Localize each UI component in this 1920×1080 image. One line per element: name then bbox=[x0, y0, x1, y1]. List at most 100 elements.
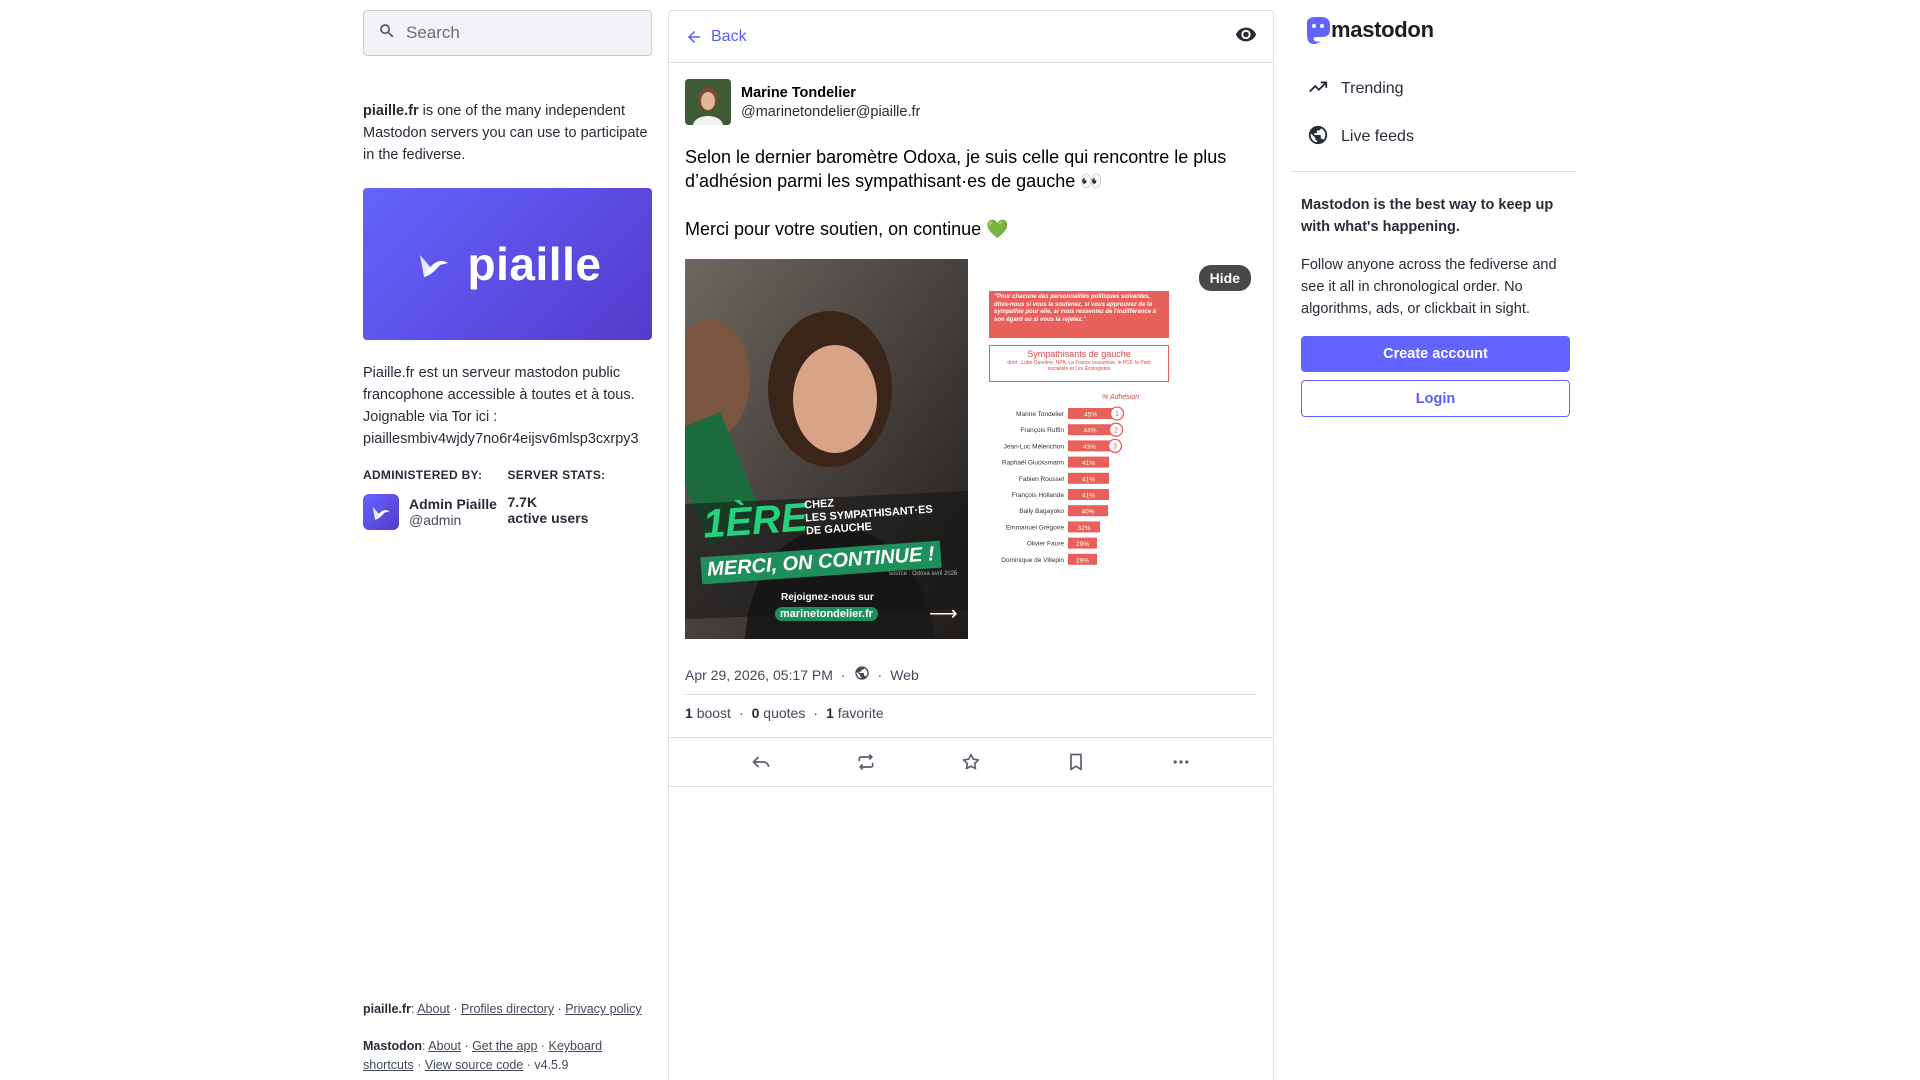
author-avatar[interactable] bbox=[685, 79, 731, 125]
author-photo bbox=[685, 79, 731, 125]
admin-handle: @admin bbox=[409, 512, 462, 528]
piaille-bird-icon bbox=[419, 255, 448, 277]
footer-profiles-directory-link[interactable]: Profiles directory bbox=[461, 1002, 554, 1016]
arrow-left-icon bbox=[688, 30, 700, 43]
signup-text: Follow anyone across the fediverse and s… bbox=[1301, 257, 1557, 317]
bar-value-label: 45% bbox=[1084, 412, 1097, 419]
status-paragraph: Merci pour votre soutien, on continue 💚 bbox=[685, 219, 1009, 239]
description-line[interactable]: piaillesmbiv4wjdy7no6r4eijsv6mlsp3cxrpy3 bbox=[363, 428, 652, 450]
bar-category-label: Bally Bagayoko bbox=[1019, 508, 1064, 515]
campaign-cta: Rejoignez-nous sur bbox=[781, 592, 874, 603]
eye-icon[interactable] bbox=[1235, 23, 1257, 50]
arrow-right-icon: ⟶ bbox=[929, 603, 958, 625]
divider bbox=[1291, 171, 1577, 172]
server-intro: piaille.fr is one of the many independen… bbox=[363, 100, 652, 166]
trending-icon bbox=[1307, 76, 1329, 103]
footer-get-app-link[interactable]: Get the app bbox=[472, 1039, 537, 1053]
bar-category-label: Dominique de Villepin bbox=[1001, 557, 1064, 564]
meta-separator: · bbox=[813, 705, 819, 721]
media-image-barometer[interactable]: "Pour chacune des personnalités politiqu… bbox=[972, 259, 1257, 639]
admin-and-stats: ADMINISTERED BY: Admin Piaille @admin SE… bbox=[363, 468, 652, 530]
status-detail-column: Back Marine Tondelier @marinetondelier@p… bbox=[668, 10, 1274, 1080]
active-users-label: active users bbox=[507, 510, 589, 526]
campaign-source: source : Odoxa avril 2026 bbox=[889, 571, 958, 577]
footer-mastodon-label: Mastodon bbox=[363, 1039, 423, 1053]
reply-icon[interactable] bbox=[741, 742, 781, 782]
star-icon[interactable] bbox=[951, 742, 991, 782]
footer: piaille.fr: About · Profiles directory ·… bbox=[363, 1000, 652, 1075]
back-button[interactable]: Back bbox=[685, 28, 747, 46]
bar-category-label: Raphaël Glucksmann bbox=[1002, 460, 1065, 467]
bar-value-label: 32% bbox=[1077, 525, 1090, 532]
quote-count[interactable]: 0 quotes bbox=[752, 705, 806, 721]
bookmark-icon[interactable] bbox=[1056, 742, 1096, 782]
footer-source-code-link[interactable]: View source code bbox=[425, 1058, 523, 1072]
media-gallery: 1ÈRE CHEZ LES SYMPATHISANT·ES DE GAUCHE … bbox=[685, 259, 1257, 639]
barometer-group-title: Sympathisants de gauche bbox=[1027, 349, 1131, 359]
bar-value-label: 41% bbox=[1082, 493, 1095, 500]
server-description: Piaille.fr est un serveur mastodon publi… bbox=[363, 362, 652, 450]
footer-privacy-policy-link[interactable]: Privacy policy bbox=[565, 1002, 641, 1016]
hide-media-button[interactable]: Hide bbox=[1198, 265, 1251, 291]
globe-icon bbox=[854, 665, 870, 684]
author-display-name[interactable]: Marine Tondelier bbox=[741, 85, 920, 101]
nav-live-feeds-label: Live feeds bbox=[1341, 128, 1414, 145]
divider bbox=[685, 694, 1257, 695]
admin-heading: ADMINISTERED BY: bbox=[363, 468, 483, 482]
bar-value-label: 29% bbox=[1076, 557, 1089, 564]
admin-name[interactable]: Admin Piaille bbox=[409, 496, 497, 512]
status-action-bar bbox=[669, 737, 1273, 787]
media-image-campaign[interactable]: 1ÈRE CHEZ LES SYMPATHISANT·ES DE GAUCHE … bbox=[685, 259, 968, 639]
bar-category-label: Olivier Faure bbox=[1027, 541, 1065, 548]
description-line: Joignable via Tor ici : bbox=[363, 409, 498, 425]
bar-category-label: François Ruffin bbox=[1020, 427, 1064, 434]
globe-icon bbox=[1307, 124, 1329, 151]
piaille-bird-icon bbox=[372, 506, 390, 520]
server-sidebar: piaille.fr is one of the many independen… bbox=[363, 10, 652, 1072]
server-hero-banner: piaille bbox=[363, 188, 652, 340]
more-options-icon[interactable] bbox=[1161, 742, 1201, 782]
barometer-chart: Marine Tondelier 45% 1 François Ruffin 44% 2 J… bbox=[1001, 406, 1125, 565]
campaign-headline: 1ÈRE bbox=[701, 495, 809, 547]
author-handle[interactable]: @marinetondelier@piaille.fr bbox=[741, 104, 920, 120]
status-paragraph: Selon le dernier baromètre Odoxa, je sui… bbox=[685, 147, 1227, 191]
create-account-button[interactable]: Create account bbox=[1301, 336, 1570, 372]
status-content: Selon le dernier baromètre Odoxa, je sui… bbox=[685, 145, 1257, 241]
boost-count[interactable]: 1 boost bbox=[685, 705, 731, 721]
bar-value-label: 29% bbox=[1076, 541, 1089, 548]
boost-icon[interactable] bbox=[846, 742, 886, 782]
navigation-sidebar: mastodon Trending Live feeds Mastodon is… bbox=[1291, 10, 1577, 417]
barometer-group: Sympathisants de gauche dont : Lutte Ouv… bbox=[989, 345, 1169, 382]
active-users-count: 7.7K bbox=[507, 494, 538, 510]
mastodon-logo-icon bbox=[1307, 17, 1330, 45]
status-application: Web bbox=[890, 666, 919, 683]
search-box[interactable] bbox=[363, 10, 652, 56]
favorite-count[interactable]: 1 favorite bbox=[826, 705, 884, 721]
nav-trending[interactable]: Trending bbox=[1291, 65, 1577, 113]
footer-server-label: piaille.fr bbox=[363, 1002, 411, 1016]
status-timestamp[interactable]: Apr 29, 2026, 05:17 PM bbox=[685, 667, 833, 683]
search-input[interactable] bbox=[406, 23, 646, 43]
rank-badge-label: 3 bbox=[1113, 442, 1117, 451]
search-icon bbox=[378, 22, 396, 45]
status: Marine Tondelier @marinetondelier@piaill… bbox=[669, 63, 1273, 737]
quote-count-label: quotes bbox=[763, 705, 806, 721]
admin-avatar[interactable] bbox=[363, 494, 399, 530]
bar-category-label: Marine Tondelier bbox=[1016, 411, 1065, 418]
footer-about-link[interactable]: About bbox=[417, 1002, 450, 1016]
footer-mastodon-about-link[interactable]: About bbox=[428, 1039, 461, 1053]
mastodon-wordmark: mastodon bbox=[1331, 17, 1434, 42]
status-author[interactable]: Marine Tondelier @marinetondelier@piaill… bbox=[685, 79, 1257, 125]
admin-account[interactable]: Admin Piaille @admin bbox=[363, 494, 508, 530]
meta-separator: · bbox=[738, 705, 744, 721]
back-label: Back bbox=[711, 27, 747, 45]
stats-section: SERVER STATS: 7.7K active users bbox=[508, 468, 653, 530]
login-button[interactable]: Login bbox=[1301, 380, 1570, 417]
stats-heading: SERVER STATS: bbox=[507, 468, 606, 482]
mastodon-logo[interactable]: mastodon bbox=[1291, 10, 1577, 50]
bar-value-label: 43% bbox=[1083, 444, 1096, 451]
bar-value-label: 41% bbox=[1082, 460, 1095, 467]
piaille-logo: piaille bbox=[414, 237, 602, 291]
nav-live-feeds[interactable]: Live feeds bbox=[1291, 113, 1577, 161]
bar-value-label: 41% bbox=[1082, 476, 1095, 483]
